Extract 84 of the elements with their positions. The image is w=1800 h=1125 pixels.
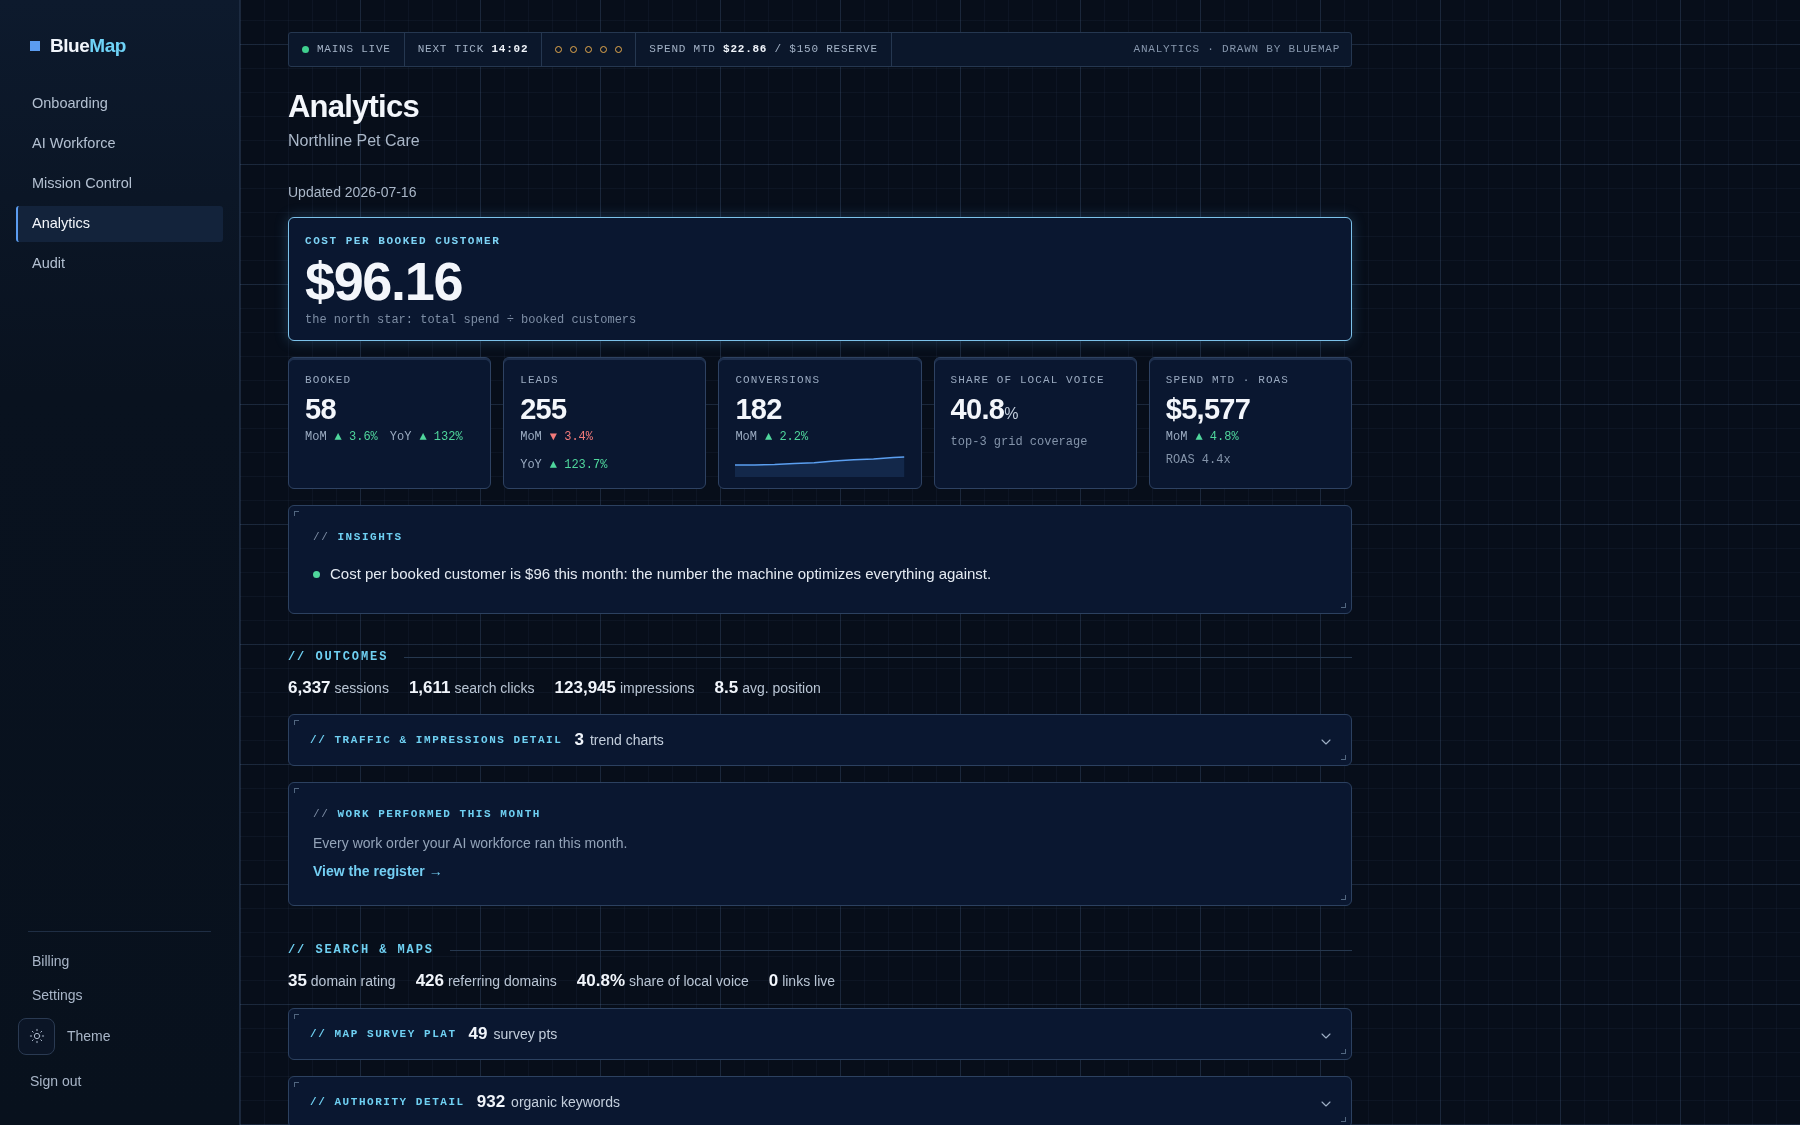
count-value: 3 <box>574 729 584 751</box>
kpi-value: 255 <box>520 393 568 425</box>
hero-value: $96.16 <box>305 254 464 308</box>
spend-text: SPEND MTD $22.86 / $150 RESERVE <box>649 42 878 58</box>
section-heading: // WORK PERFORMED THIS MONTH <box>313 807 542 822</box>
status-caption: ANALYTICS · DRAWN BY BLUEMAP <box>1133 42 1340 58</box>
stat-text: 6,337 sessions <box>288 677 389 699</box>
count-label: trend charts <box>589 731 664 750</box>
theme-label: Theme <box>67 1026 111 1046</box>
count-label: organic keywords <box>511 1093 621 1112</box>
delta-change: ▲ 3.6% <box>334 429 378 445</box>
footer-link[interactable]: Settings <box>32 984 83 1006</box>
nav-item[interactable]: Onboarding <box>16 86 223 122</box>
delta-change: ▲ 132% <box>419 429 463 445</box>
delta-period: MoM <box>520 429 542 445</box>
section-heading: // MAP SURVEY PLAT <box>310 1027 457 1042</box>
theme-toggle-button[interactable] <box>18 1017 55 1055</box>
delta-period: MoM <box>305 429 327 445</box>
nav-item[interactable]: AI Workforce <box>16 126 223 162</box>
next-tick-text: NEXT TICK 14:02 <box>417 42 529 58</box>
delta-change: ▲ 4.8% <box>1195 429 1239 445</box>
corner-bracket-icon <box>1341 755 1346 760</box>
kpi-label: BOOKED <box>305 373 353 388</box>
corner-bracket-icon <box>1341 603 1346 608</box>
kpi-value: 40.8% <box>950 393 1019 427</box>
count-value: 49 <box>468 1023 488 1045</box>
kpi-note: top-3 grid coverage <box>950 434 1089 450</box>
page-title: Analytics <box>288 89 420 125</box>
stat-text: 8.5 avg. position <box>714 677 821 699</box>
sign-out-link[interactable]: Sign out <box>30 1070 82 1092</box>
register-link[interactable]: View the register → <box>313 861 443 881</box>
hero-label: COST PER BOOKED CUSTOMER <box>305 234 502 249</box>
page-subtitle: Northline Pet Care <box>288 131 421 151</box>
accordion-header[interactable]: // AUTHORITY DETAIL 932 organic keywords <box>288 1076 1352 1125</box>
stat-text: 35 domain rating <box>288 970 396 992</box>
stat-text: 0 links live <box>768 970 836 992</box>
insight-text: Cost per booked customer is $96 this month: the number the machine optimizes everything against. <box>330 564 992 584</box>
status-text: MAINS LIVE <box>317 42 391 58</box>
sun-icon <box>28 1028 45 1044</box>
kpi-value: $5,577 <box>1165 393 1252 425</box>
kpi-value: 182 <box>735 393 783 425</box>
count-label: survey pts <box>493 1025 558 1044</box>
section-heading: // AUTHORITY DETAIL <box>310 1095 465 1110</box>
count-value: 932 <box>476 1091 506 1113</box>
kpi-label: SPEND MTD · ROAS <box>1165 373 1290 388</box>
corner-bracket-icon <box>1341 895 1346 900</box>
corner-bracket-icon <box>1341 1117 1346 1122</box>
nav-item[interactable]: Audit <box>16 246 223 282</box>
stat-text: 1,611 search clicks <box>408 677 535 699</box>
delta-period: YoY <box>389 429 412 445</box>
logo-square-icon <box>30 41 40 51</box>
section-heading: // INSIGHTS <box>313 530 404 545</box>
stat-text: 40.8% share of local voice <box>576 970 749 992</box>
delta-change: ▲ 123.7% <box>549 457 608 473</box>
nav-item[interactable]: Analytics <box>16 206 223 242</box>
nav-item[interactable]: Mission Control <box>16 166 223 202</box>
kpi-label: CONVERSIONS <box>735 373 822 388</box>
kpi-note: ROAS 4.4x <box>1165 452 1232 468</box>
corner-bracket-icon <box>294 720 299 725</box>
footer-link[interactable]: Billing <box>32 950 70 972</box>
stat-text: 123,945 impressions <box>554 677 695 699</box>
kpi-value: 58 <box>305 393 337 425</box>
corner-bracket-icon <box>294 788 299 793</box>
section-heading: // SEARCH & MAPS <box>288 942 434 958</box>
work-description: Every work order your AI workforce ran this month. <box>313 834 629 853</box>
updated-date: Updated 2026-07-16 <box>288 183 418 202</box>
delta-change: ▼ 3.4% <box>549 429 593 445</box>
section-heading: // TRAFFIC & IMPRESSIONS DETAIL <box>310 733 563 748</box>
delta-period: MoM <box>1165 429 1188 445</box>
section-heading: // OUTCOMES <box>288 649 389 665</box>
corner-bracket-icon <box>1341 1049 1346 1054</box>
delta-period: YoY <box>520 457 542 473</box>
kpi-label: LEADS <box>520 373 560 388</box>
kpi-label: SHARE OF LOCAL VOICE <box>950 373 1106 388</box>
accordion-header[interactable]: // MAP SURVEY PLAT 49 survey pts <box>288 1008 1352 1060</box>
corner-bracket-icon <box>294 1014 299 1019</box>
accordion-header[interactable]: // TRAFFIC & IMPRESSIONS DETAIL 3 trend charts <box>288 714 1352 766</box>
stat-text: 426 referring domains <box>415 970 557 992</box>
corner-bracket-icon <box>294 511 299 516</box>
corner-bracket-icon <box>294 1082 299 1087</box>
delta-change: ▲ 2.2% <box>765 429 809 445</box>
brand-logo[interactable]: BlueMap <box>50 34 126 58</box>
hero-caption: the north star: total spend ÷ booked customers <box>305 312 638 328</box>
delta-period: MoM <box>735 429 757 445</box>
